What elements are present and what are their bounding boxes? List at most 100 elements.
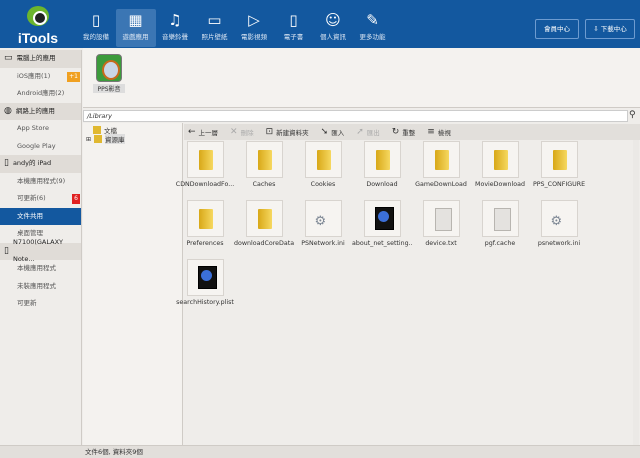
sidebar-section-header[interactable]: ▯ andy的 iPad	[0, 155, 81, 173]
folder-file-icon	[422, 141, 460, 178]
user-icon: ☺	[325, 11, 341, 29]
sidebar-item[interactable]: 未裝應用程式	[0, 278, 81, 296]
toolbar-label: 重整	[402, 129, 416, 137]
toolbar-button-2[interactable]: ⊡ 新建資料夾	[266, 127, 309, 137]
file-item[interactable]: about_net_setting....	[352, 200, 412, 247]
nav-tab-label: 音樂鈴聲	[162, 33, 188, 41]
nav-tab-label: 照片壁紙	[201, 33, 228, 41]
toolbar-label: 匯入	[331, 129, 345, 137]
tree-node-library[interactable]: ⊞ 資源庫	[86, 134, 125, 144]
file-name: PPS_CONFIGURE	[532, 181, 586, 188]
file-item[interactable]: device.txt	[411, 200, 471, 247]
count-badge: +1	[67, 71, 80, 82]
file-item[interactable]: MovieDownload	[470, 141, 530, 188]
nav-tab-3[interactable]: ▭ 照片壁紙	[195, 9, 235, 47]
cfg-file-icon	[540, 200, 578, 237]
phone-icon: ▯	[4, 245, 9, 256]
sidebar-item[interactable]: 可更新(6) 6	[0, 190, 81, 208]
apps-grid-icon: ▦	[128, 11, 143, 29]
file-name: about_net_setting....	[352, 240, 412, 247]
download-icon: ⇩	[593, 25, 601, 33]
file-item[interactable]: pgf.cache	[470, 200, 530, 247]
folder-file-icon	[245, 200, 283, 237]
refresh-icon: ↻	[391, 127, 400, 137]
nav-tab-5[interactable]: ▯ 電子書	[274, 9, 314, 47]
sidebar-item[interactable]: 本機應用程式(9)	[0, 173, 81, 191]
scrollbar[interactable]	[633, 140, 639, 445]
sidebar-item[interactable]: 文件共用	[0, 207, 81, 225]
file-name: device.txt	[425, 240, 457, 247]
folder-icon	[93, 126, 101, 134]
folder-file-icon	[245, 141, 283, 178]
sidebar-item-label: Google Play	[17, 141, 56, 150]
nav-tab-4[interactable]: ▷ 電影視頻	[234, 9, 274, 47]
file-item[interactable]: Preferences	[175, 200, 235, 247]
sidebar-item-label: Android應用(2)	[17, 89, 65, 97]
export-icon: ➚	[356, 127, 364, 137]
file-name: psnetwork.ini	[537, 240, 581, 247]
nav-tab-label: 電影視頻	[241, 33, 267, 41]
app-pps[interactable]: PPS影音	[93, 54, 125, 93]
toolbar-button-4[interactable]: ➚ 匯出	[356, 127, 380, 137]
file-item[interactable]: downloadCoreData	[234, 200, 294, 247]
wrench-icon: ✎	[366, 11, 379, 29]
expand-icon[interactable]: ⊞	[86, 136, 91, 143]
folder-icon	[94, 135, 103, 143]
nav-tab-2[interactable]: ♫ 音樂鈴聲	[155, 9, 195, 47]
search-icon[interactable]: ⚲	[629, 110, 636, 120]
section-title: 電腦上的應用	[16, 54, 56, 62]
globe-icon: ◍	[4, 105, 12, 116]
tablet-icon: ▯	[4, 158, 9, 168]
nav-tab-7[interactable]: ✎ 更多功能	[353, 9, 393, 47]
toolbar-button-6[interactable]: ≡ 檢視	[427, 127, 451, 137]
nav-tab-label: 遊戲應用	[122, 33, 149, 41]
toolbar-button-3[interactable]: ➘ 匯入	[321, 127, 345, 137]
toolbar-button-0[interactable]: ← 上一層	[188, 127, 218, 137]
sidebar-item[interactable]: 桌面管理	[0, 225, 81, 243]
file-item[interactable]: PSNetwork.ini	[293, 200, 353, 247]
nav-tab-6[interactable]: ☺ 個人資訊	[313, 9, 353, 47]
delete-icon: ✕	[230, 127, 238, 137]
download-center-button[interactable]: ⇩ 下載中心	[585, 19, 635, 39]
path-input[interactable]: /Library	[83, 110, 628, 122]
toolbar-button-5[interactable]: ↻ 重整	[392, 127, 416, 137]
toolbar-button-1[interactable]: ✕ 刪除	[230, 127, 254, 137]
folder-tree: 文檔 ⊞ 資源庫	[83, 123, 183, 445]
sidebar-item[interactable]: App Store	[0, 120, 81, 138]
file-name: CDNDownloadFo...	[175, 181, 235, 188]
sidebar-item[interactable]: Android應用(2)	[0, 85, 81, 103]
count-badge: 6	[72, 194, 80, 204]
nav-tab-1[interactable]: ▦ 遊戲應用	[115, 9, 156, 47]
sidebar-item-label: 可更新(6)	[17, 194, 46, 202]
nav-tab-0[interactable]: ▯ 我的設備	[76, 9, 116, 47]
sidebar-section-header[interactable]: ◍ 網路上的應用	[0, 102, 81, 120]
file-item[interactable]: Download	[352, 141, 412, 188]
file-item[interactable]: PPS_CONFIGURE	[529, 141, 589, 188]
sidebar-item-label: 桌面管理	[17, 229, 43, 237]
file-item[interactable]: CDNDownloadFo...	[175, 141, 235, 188]
sidebar: ▭ 電腦上的應用 iOS應用(1) +1 Android應用(2) ◍ 網路上的應用 App …	[0, 50, 82, 445]
toolbar-label: 新建資料夾	[276, 129, 309, 137]
file-item[interactable]: searchHistory.plist	[175, 259, 235, 306]
file-item[interactable]: Cookies	[293, 141, 353, 188]
sidebar-section-header[interactable]: ▯ N7100(GALAXY Note...	[0, 238, 81, 263]
nav-tab-label: 我的設備	[83, 33, 109, 41]
folder-file-icon	[304, 141, 342, 178]
file-name: downloadCoreData	[234, 240, 294, 247]
sidebar-section-header[interactable]: ▭ 電腦上的應用	[0, 50, 81, 68]
top-navigation-bar: iTools 會員中心 ⇩ 下載中心 ▯ 我的設備 ▦ 遊戲應用 ♫ 音樂鈴聲 ▭ 照片壁紙 ▷…	[0, 0, 640, 48]
sidebar-item[interactable]: 本機應用程式	[0, 260, 81, 278]
member-center-button[interactable]: 會員中心	[535, 19, 579, 39]
file-name: pgf.cache	[484, 240, 516, 247]
status-bar: 文件6個, 資料夾9個	[0, 445, 640, 458]
sidebar-item-label: 文件共用	[17, 211, 43, 220]
itools-logo: iTools	[8, 6, 68, 46]
folder-file-icon	[186, 141, 224, 178]
music-icon: ♫	[168, 11, 182, 29]
file-item[interactable]: Caches	[234, 141, 294, 188]
sidebar-item[interactable]: iOS應用(1) +1	[0, 68, 81, 86]
file-item[interactable]: GameDownLoad	[411, 141, 471, 188]
file-item[interactable]: psnetwork.ini	[529, 200, 589, 247]
sidebar-item[interactable]: 可更新	[0, 295, 81, 313]
sidebar-item[interactable]: Google Play	[0, 138, 81, 156]
